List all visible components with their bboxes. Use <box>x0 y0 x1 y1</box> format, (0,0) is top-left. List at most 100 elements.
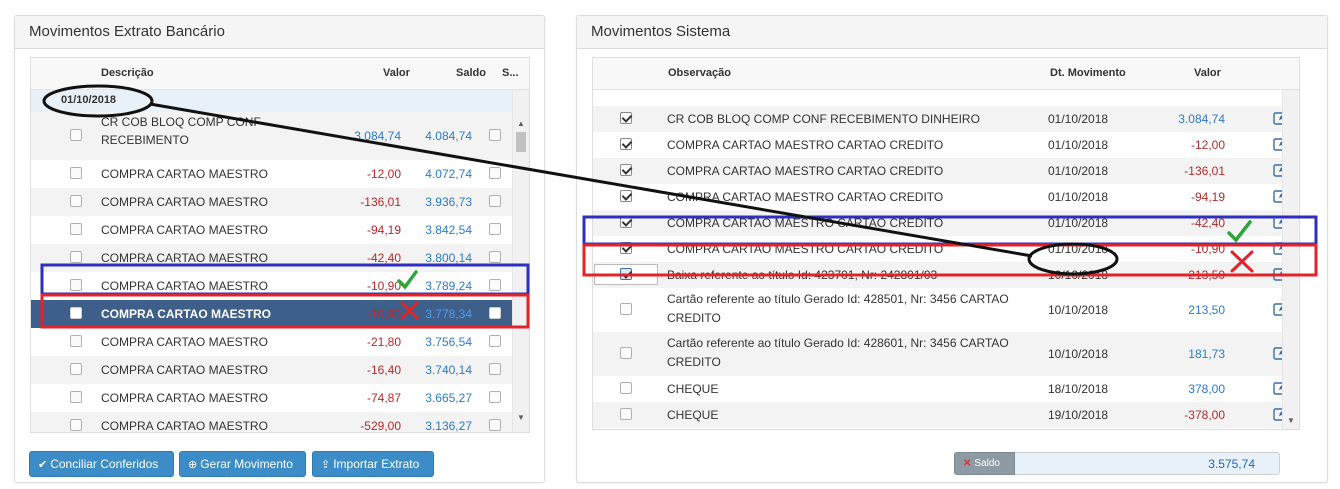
scrollbar-thumb[interactable] <box>516 132 526 152</box>
row-dt-movimento: 01/10/2018 <box>1048 190 1109 204</box>
table-row[interactable]: COMPRA CARTAO MAESTRO -12,00 4.072,74 <box>31 160 513 188</box>
row-s-checkbox[interactable] <box>489 363 501 375</box>
row-description: COMPRA CARTAO MAESTRO <box>101 167 268 181</box>
table-row[interactable]: CHEQUE 18/10/2018 378,00 <box>593 376 1288 402</box>
row-checkbox[interactable] <box>620 408 632 420</box>
scroll-down-arrow-icon[interactable]: ▼ <box>517 414 525 422</box>
row-s-checkbox[interactable] <box>489 223 501 235</box>
row-checkbox[interactable] <box>620 138 632 150</box>
table-row[interactable]: Cartão referente ao título Gerado Id: 42… <box>593 332 1288 376</box>
row-s-checkbox[interactable] <box>489 195 501 207</box>
row-s-checkbox[interactable] <box>489 419 501 431</box>
gerar-movimento-label: Gerar Movimento <box>200 457 293 471</box>
bank-grid-scrollbar[interactable]: ▲ ▼ <box>512 90 529 432</box>
row-observacao: Baixa referente ao título Id: 423701, Nr… <box>667 268 938 282</box>
row-checkbox[interactable] <box>70 251 82 263</box>
row-checkbox[interactable] <box>620 347 632 359</box>
row-checkbox[interactable] <box>70 279 82 291</box>
table-row[interactable]: COMPRA CARTAO MAESTRO -10,90 3.789,24 <box>31 272 513 300</box>
row-valor: 3.084,74 <box>1178 112 1225 126</box>
row-checkbox[interactable] <box>620 242 632 254</box>
row-s-checkbox[interactable] <box>489 391 501 403</box>
row-checkbox[interactable] <box>70 195 82 207</box>
row-checkbox[interactable] <box>620 112 632 124</box>
row-checkbox[interactable] <box>620 164 632 176</box>
row-checkbox[interactable] <box>620 190 632 202</box>
column-header-s[interactable]: S... <box>502 67 519 79</box>
table-row[interactable]: CHEQUE 19/10/2018 -378,00 <box>593 402 1288 428</box>
row-dt-movimento: 10/10/2018 <box>1048 347 1109 361</box>
row-valor: -94,19 <box>366 223 401 237</box>
row-valor: -74,87 <box>366 391 401 405</box>
system-movements-panel-title: Movimentos Sistema <box>577 16 1327 49</box>
row-valor: -16,40 <box>366 363 401 377</box>
row-checkbox[interactable] <box>620 268 632 280</box>
row-checkbox[interactable] <box>70 129 82 141</box>
table-row[interactable]: COMPRA CARTAO MAESTRO CARTAO CREDITO 01/1… <box>593 132 1288 158</box>
table-row[interactable]: Baixa referente ao título Id: 423701, Nr… <box>593 262 1288 288</box>
row-checkbox[interactable] <box>620 382 632 394</box>
row-checkbox[interactable] <box>70 223 82 235</box>
row-s-checkbox[interactable] <box>489 251 501 263</box>
column-header-observacao[interactable]: Observação <box>668 67 731 79</box>
date-group-row[interactable]: 01/10/2018 <box>31 90 513 112</box>
row-saldo: 3.136,27 <box>425 419 472 433</box>
importar-extrato-button[interactable]: ⇪ Importar Extrato <box>312 451 434 477</box>
table-row[interactable]: COMPRA CARTAO MAESTRO -16,40 3.740,14 <box>31 356 513 384</box>
table-row[interactable]: COMPRA CARTAO MAESTRO CARTAO CREDITO 01/1… <box>593 184 1288 210</box>
row-dt-movimento: 10/10/2018 <box>1048 268 1109 282</box>
row-saldo: 3.778,34 <box>425 307 472 321</box>
row-checkbox[interactable] <box>70 167 82 179</box>
table-row[interactable]: CR COB BLOQ COMP CONF RECEBIMENTO DINHEI… <box>593 106 1288 132</box>
row-checkbox[interactable] <box>70 335 82 347</box>
table-row[interactable]: COMPRA CARTAO MAESTRO -94,19 3.842,54 <box>31 216 513 244</box>
row-checkbox[interactable] <box>620 216 632 228</box>
table-row[interactable]: CR COB BLOQ COMP CONF RECEBIMENTO 3.084,74… <box>31 112 513 160</box>
table-row[interactable]: COMPRA CARTAO MAESTRO -10,90 3.778,34 <box>31 300 513 328</box>
row-checkbox[interactable] <box>620 303 632 315</box>
table-row[interactable]: COMPRA CARTAO MAESTRO -74,87 3.665,27 <box>31 384 513 412</box>
row-checkbox[interactable] <box>70 363 82 375</box>
column-header-saldo[interactable]: Saldo <box>456 67 486 79</box>
row-s-checkbox[interactable] <box>489 279 501 291</box>
row-description: COMPRA CARTAO MAESTRO <box>101 195 268 209</box>
table-row[interactable]: COMPRA CARTAO MAESTRO -42,40 3.800,14 <box>31 244 513 272</box>
bank-statement-panel: Movimentos Extrato Bancário Descrição Va… <box>14 15 545 483</box>
table-row[interactable]: COMPRA CARTAO MAESTRO CARTAO CREDITO 01/1… <box>593 158 1288 184</box>
row-valor: -136,01 <box>360 195 401 209</box>
saldo-value-field[interactable]: 3.575,74 <box>1015 452 1280 475</box>
scroll-down-arrow-icon[interactable]: ▼ <box>1287 417 1295 425</box>
row-saldo: 3.756,54 <box>425 335 472 349</box>
column-header-dt-movimento[interactable]: Dt. Movimento <box>1050 67 1126 79</box>
row-checkbox[interactable] <box>70 391 82 403</box>
table-row[interactable]: COMPRA CARTAO MAESTRO -21,80 3.756,54 <box>31 328 513 356</box>
row-observacao: COMPRA CARTAO MAESTRO CARTAO CREDITO <box>667 138 944 152</box>
row-checkbox[interactable] <box>70 419 82 431</box>
system-grid-scrollbar[interactable]: ▼ <box>1282 90 1299 429</box>
row-saldo: 4.084,74 <box>425 129 472 143</box>
conciliar-conferidos-button[interactable]: ✔ Conciliar Conferidos <box>29 451 174 477</box>
column-header-valor[interactable]: Valor <box>383 67 410 79</box>
table-row[interactable]: Cartão referente ao título Gerado Id: 42… <box>593 288 1288 332</box>
scroll-up-arrow-icon[interactable]: ▲ <box>517 120 525 128</box>
table-row[interactable]: COMPRA CARTAO MAESTRO -136,01 3.936,73 <box>31 188 513 216</box>
row-s-checkbox[interactable] <box>489 307 501 319</box>
table-row[interactable]: COMPRA CARTAO MAESTRO -529,00 3.136,27 <box>31 412 513 433</box>
row-observacao: CHEQUE <box>667 408 719 422</box>
gerar-movimento-button[interactable]: ⊕ Gerar Movimento <box>179 451 306 477</box>
row-s-checkbox[interactable] <box>489 335 501 347</box>
column-header-valor[interactable]: Valor <box>1194 67 1221 79</box>
importar-extrato-label: Importar Extrato <box>333 457 420 471</box>
row-valor: 378,00 <box>1188 382 1225 396</box>
upload-icon: ⇪ <box>321 459 331 471</box>
column-header-descricao[interactable]: Descrição <box>101 67 154 79</box>
row-observacao-cont: CREDITO <box>667 311 721 325</box>
row-s-checkbox[interactable] <box>489 129 501 141</box>
row-s-checkbox[interactable] <box>489 167 501 179</box>
table-row[interactable]: COMPRA CARTAO MAESTRO CARTAO CREDITO 01/1… <box>593 210 1288 236</box>
table-row[interactable]: COMPRA CARTAO MAESTRO CARTAO CREDITO 01/1… <box>593 236 1288 262</box>
row-checkbox[interactable] <box>70 307 82 319</box>
row-observacao: CHEQUE <box>667 382 719 396</box>
row-dt-movimento: 01/10/2018 <box>1048 138 1109 152</box>
row-description: COMPRA CARTAO MAESTRO <box>101 223 268 237</box>
